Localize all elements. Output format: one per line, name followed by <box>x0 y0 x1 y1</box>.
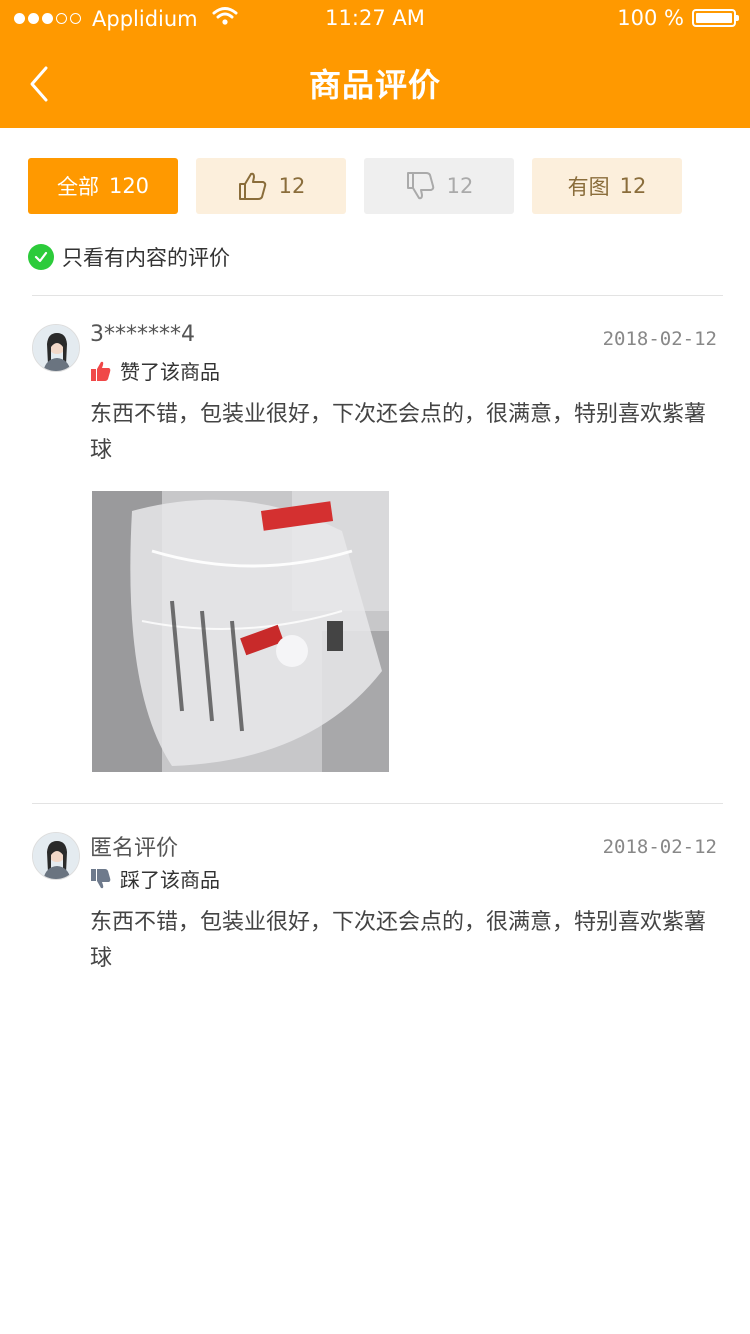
filter-with-photo-button[interactable]: 有图 12 <box>532 158 682 214</box>
thumbs-up-icon <box>238 172 266 200</box>
vote-status: 踩了该商品 <box>90 864 220 893</box>
header: Applidium 11:27 AM 100 % 商品评价 <box>0 0 750 128</box>
review-item: 匿名评价 2018-02-12 踩了该商品 东西不错，包装业很好，下次还会点的，… <box>32 830 723 990</box>
thumbs-down-icon <box>406 172 434 200</box>
review-date: 2018-02-12 <box>602 328 717 350</box>
page-title: 商品评价 <box>308 66 441 104</box>
status-bar: Applidium 11:27 AM 100 % <box>0 0 750 40</box>
checkmark-icon <box>28 244 54 270</box>
filter-count: 12 <box>446 174 474 198</box>
review-item: 3*******4 2018-02-12 赞了该商品 东西不错，包装业很好，下次… <box>32 322 723 782</box>
reviewer-name: 3*******4 <box>90 322 195 347</box>
filter-all-button[interactable]: 全部 120 <box>28 158 178 214</box>
filter-label: 全部 <box>56 175 99 199</box>
vote-status: 赞了该商品 <box>90 356 220 385</box>
thumbs-down-icon <box>91 868 111 888</box>
filter-count: 12 <box>278 174 306 198</box>
filter-label: 有图 <box>567 175 610 199</box>
battery-icon <box>692 9 739 27</box>
avatar[interactable] <box>32 832 80 880</box>
only-content-label: 只看有内容的评价 <box>62 246 230 270</box>
vote-label: 踩了该商品 <box>120 868 220 892</box>
review-content: 东西不错，包装业很好，下次还会点的，很满意，特别喜欢紫薯球 <box>90 910 707 971</box>
review-content: 东西不错，包装业很好，下次还会点的，很满意，特别喜欢紫薯球 <box>90 402 707 463</box>
thumbs-up-icon <box>91 361 111 381</box>
avatar[interactable] <box>32 324 80 372</box>
filter-count: 120 <box>108 174 150 198</box>
filter-count: 12 <box>619 174 647 198</box>
divider <box>32 295 723 296</box>
divider <box>32 803 723 804</box>
filter-thumbs-up-button[interactable]: 12 <box>196 158 346 214</box>
filter-bar: 全部 120 12 12 有图 12 <box>28 158 682 214</box>
only-content-toggle[interactable]: 只看有内容的评价 <box>28 242 230 272</box>
review-photo[interactable] <box>92 491 389 772</box>
battery-status: 100 % <box>617 6 739 30</box>
filter-thumbs-down-button[interactable]: 12 <box>364 158 514 214</box>
review-date: 2018-02-12 <box>602 836 717 858</box>
battery-percent: 100 % <box>617 6 684 30</box>
reviewer-name: 匿名评价 <box>90 836 179 861</box>
vote-label: 赞了该商品 <box>120 360 220 384</box>
